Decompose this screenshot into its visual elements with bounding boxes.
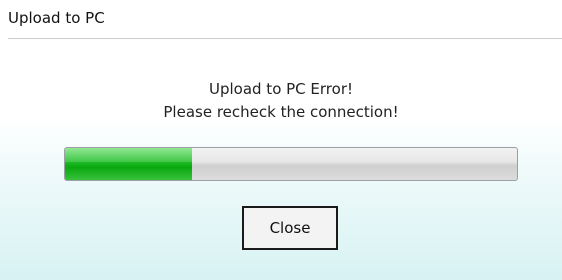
error-message-line-1: Upload to PC Error! [208,80,354,98]
upload-error-dialog: Upload to PC Upload to PC Error! Please … [0,0,562,280]
upload-progress-bar [64,147,518,181]
error-message: Upload to PC Error! Please recheck the c… [0,78,562,124]
progress-sheen [65,148,517,163]
error-message-line-2: Please recheck the connection! [163,103,399,121]
dialog-titlebar: Upload to PC [0,0,562,38]
close-button[interactable]: Close [242,206,338,250]
dialog-title: Upload to PC [8,9,105,27]
title-divider [8,38,562,39]
